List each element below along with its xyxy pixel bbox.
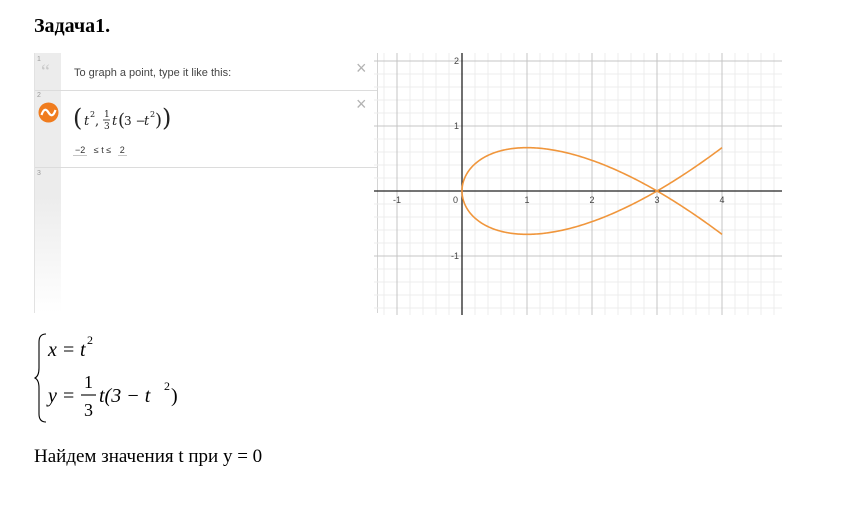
row-divider — [35, 90, 377, 91]
eq2-numerator: 1 — [84, 372, 93, 392]
x-tick-label: 3 — [654, 195, 659, 205]
empty-expression-row[interactable] — [61, 169, 377, 313]
row-number-3: 3 — [37, 170, 41, 177]
close-row-1-button[interactable]: × — [356, 59, 367, 77]
y-tick-label: 1 — [454, 121, 459, 131]
system-brace — [34, 333, 47, 423]
eq2-lhs: y — [46, 385, 57, 407]
close-row-2-button[interactable]: × — [356, 95, 367, 113]
task-heading: Задача1. — [34, 15, 111, 37]
svg-text:(: ( — [73, 104, 82, 132]
row-divider — [35, 167, 377, 168]
svg-text:1: 1 — [104, 110, 110, 120]
eq2-exponent: 2 — [164, 379, 170, 393]
expression-panel: 1 “ To graph a point, type it like this:… — [34, 53, 378, 313]
graph-canvas[interactable]: -1 0 1 2 3 4 2 1 -1 — [374, 53, 782, 315]
domain-lower-input[interactable]: −2 — [73, 145, 88, 156]
svg-text:3 −: 3 − — [124, 114, 146, 128]
desmos-curve-icon[interactable] — [38, 102, 59, 123]
svg-text:): ) — [155, 110, 162, 131]
eq2-close: ) — [171, 385, 178, 407]
note-quote-icon: “ — [41, 61, 50, 83]
domain-relation: ≤ t ≤ — [93, 145, 112, 155]
x-tick-label: 4 — [719, 195, 724, 205]
eq1-exponent: 2 — [87, 333, 93, 347]
svg-text:,: , — [95, 114, 99, 129]
svg-text:3: 3 — [104, 122, 110, 132]
axes — [374, 53, 782, 315]
svg-text:): ) — [162, 104, 171, 132]
x-tick-label: 1 — [524, 195, 529, 205]
parametric-system: x = t 2 y = 1 3 t(3 − t 2 ) — [34, 333, 178, 423]
eq2-equals: = — [63, 385, 74, 407]
eq1-rhs: t — [80, 339, 86, 361]
eq2-tail: t(3 − t — [99, 385, 151, 407]
y-tick-label: 2 — [454, 56, 459, 66]
eq1-equals: = — [63, 339, 74, 361]
y-tick-label: -1 — [451, 251, 459, 261]
domain-upper-input[interactable]: 2 — [117, 145, 127, 156]
grid — [374, 53, 782, 315]
x-tick-label: -1 — [393, 195, 401, 205]
x-tick-label: 0 — [453, 195, 458, 205]
eq2-denominator: 3 — [84, 400, 93, 420]
row-number-2: 2 — [37, 92, 41, 99]
eq1-lhs: x — [47, 339, 57, 361]
note-text: To graph a point, type it like this: — [74, 67, 232, 79]
x-tick-label: 2 — [589, 195, 594, 205]
parametric-expression[interactable]: ( t 2 , 1 3 t ( 3 − t 2 ) ) — [73, 103, 203, 135]
domain-restriction[interactable]: −2 ≤ t ≤ 2 — [73, 145, 127, 156]
find-t-text: Найдем значения t при y = 0 — [34, 446, 263, 467]
